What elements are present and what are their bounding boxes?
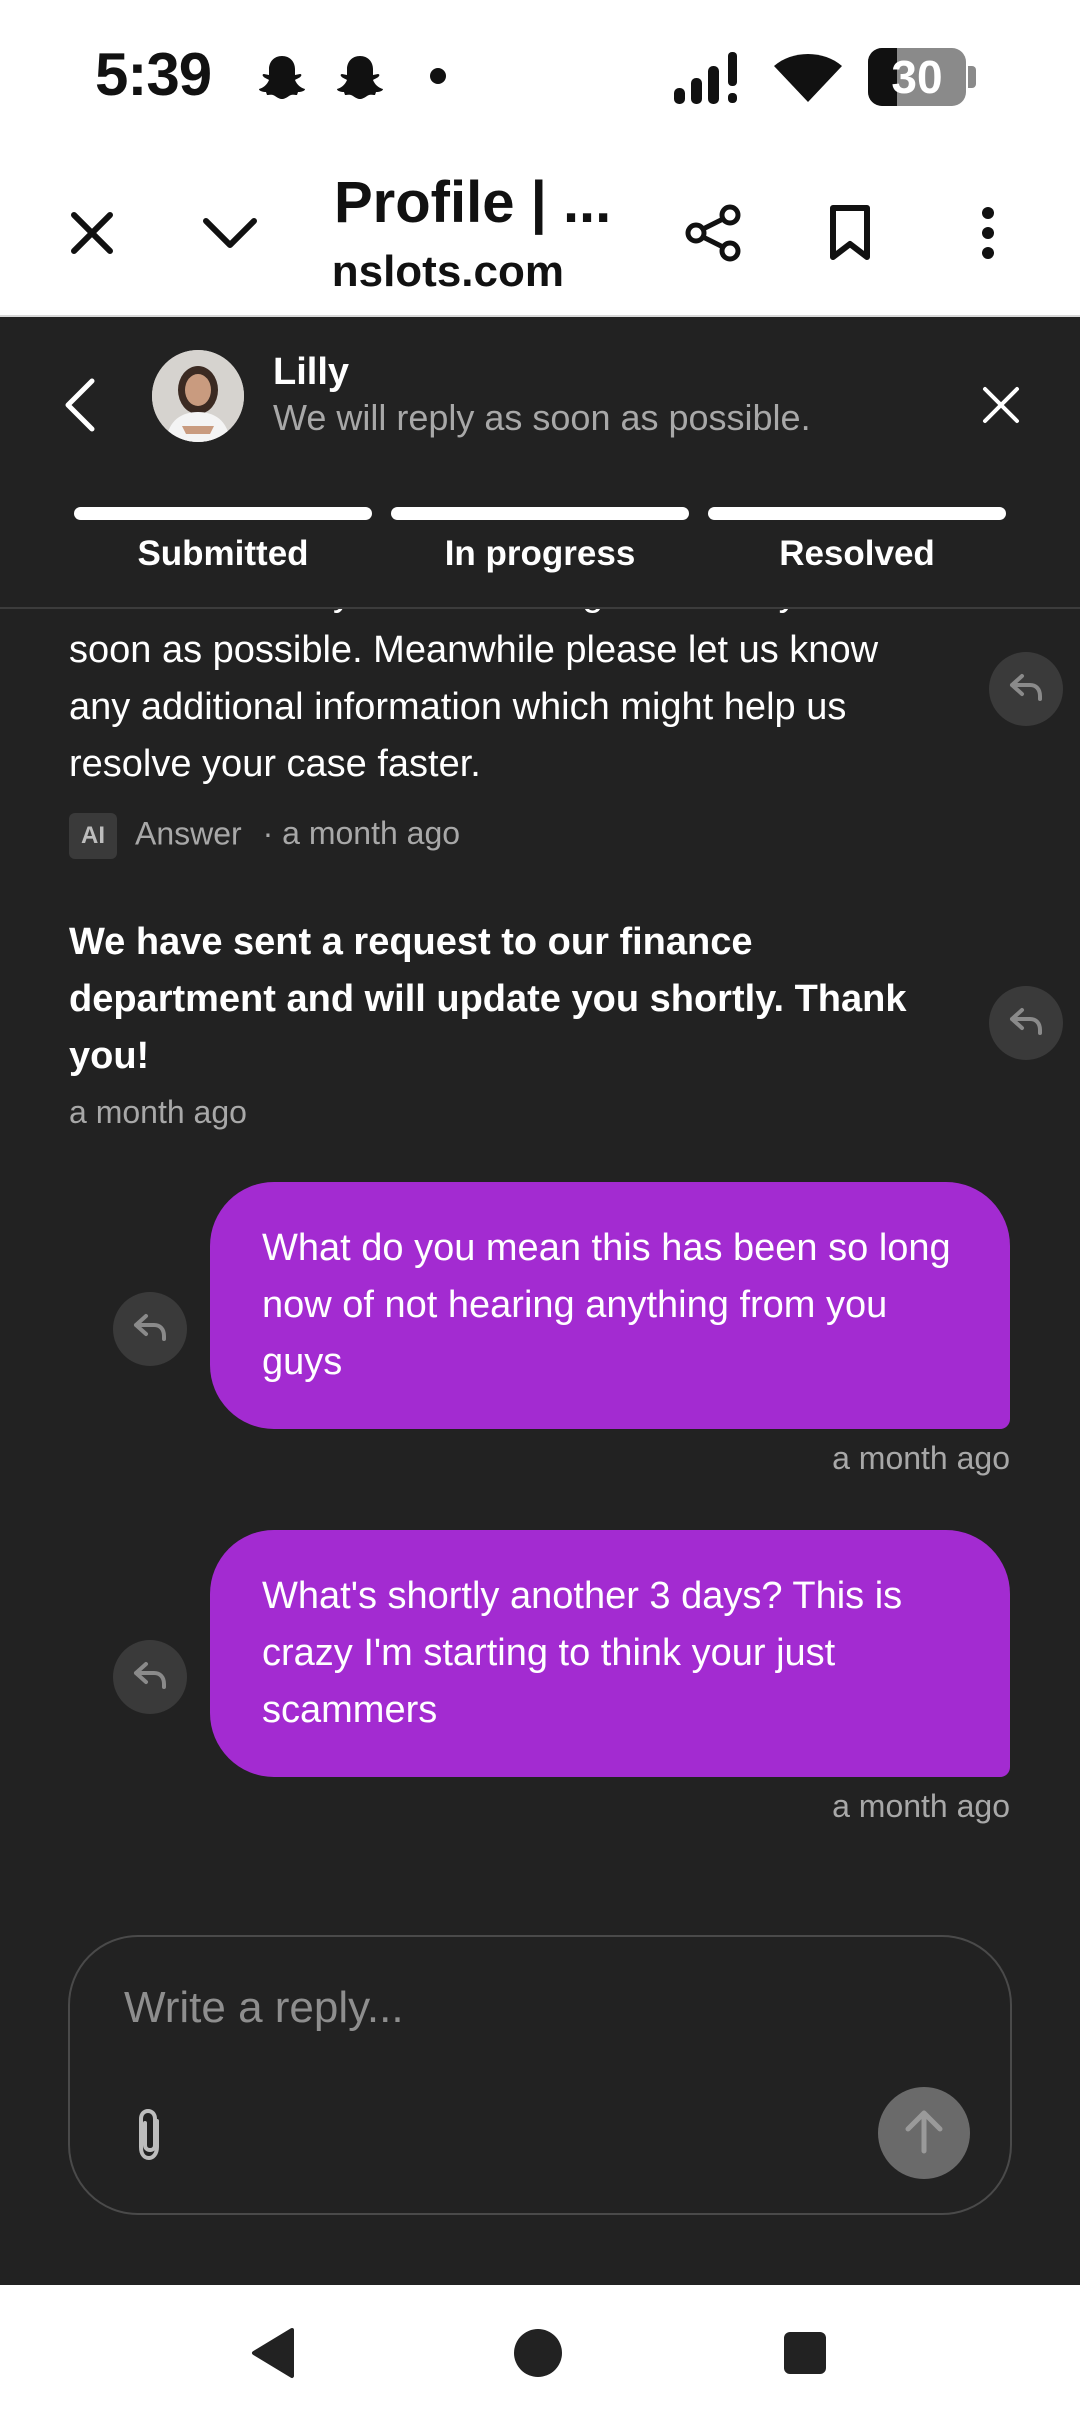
battery-percent: 30 — [891, 51, 943, 103]
reply-button[interactable] — [989, 652, 1063, 726]
step-bar — [74, 507, 372, 520]
attach-button[interactable] — [120, 2102, 180, 2172]
reply-icon — [132, 1312, 168, 1347]
triangle-back-icon — [248, 2326, 298, 2385]
status-time: 5:39 — [95, 41, 212, 108]
user-message-text: What's shortly another 3 days? This is c… — [262, 1575, 903, 1731]
agent-avatar — [152, 350, 244, 442]
agent-status: We will reply as soon as possible. — [273, 397, 811, 438]
step-bar — [708, 507, 1006, 520]
paperclip-icon — [133, 2107, 167, 2168]
system-nav-bar — [0, 2285, 1080, 2424]
snapchat-icon — [334, 52, 386, 109]
reply-button[interactable] — [113, 1640, 187, 1714]
step-bar — [391, 507, 689, 520]
close-icon — [981, 385, 1021, 430]
chevron-left-icon — [62, 377, 98, 438]
browser-toolbar: Profile | ... nslots.com — [0, 155, 1080, 317]
chat-header: Lilly We will reply as soon as possible.… — [0, 317, 1080, 609]
agent-message-text: We have sent a request to our finance de… — [69, 921, 907, 1077]
user-message-text: What do you mean this has been so long n… — [262, 1227, 951, 1383]
wifi-icon — [770, 46, 846, 111]
close-tab-button[interactable] — [52, 195, 132, 275]
agent-name: Lilly — [273, 351, 350, 393]
share-button[interactable] — [674, 195, 754, 275]
nav-recents-button[interactable] — [765, 2315, 845, 2395]
message-time: a month ago — [832, 1440, 1010, 1476]
share-icon — [684, 203, 744, 268]
reply-icon — [1008, 672, 1044, 707]
answer-label: Answer — [135, 815, 242, 852]
message-time: · a month ago — [262, 815, 461, 852]
message-time: a month ago — [69, 1094, 247, 1130]
reply-icon — [1008, 1006, 1044, 1041]
ai-badge: AI — [69, 813, 117, 859]
reply-input[interactable] — [122, 1977, 946, 2039]
step-label: Resolved — [779, 534, 935, 573]
reply-icon — [132, 1660, 168, 1695]
reply-composer — [68, 1935, 1012, 2215]
signal-icon — [672, 48, 752, 113]
step-resolved: Resolved — [708, 507, 1006, 574]
battery-indicator: 30 — [868, 48, 976, 106]
status-bar: 5:39 30 — [0, 0, 1080, 155]
close-chat-button[interactable] — [966, 367, 1036, 447]
reply-button[interactable] — [989, 986, 1063, 1060]
step-label: In progress — [444, 534, 636, 573]
arrow-up-icon — [902, 2107, 946, 2160]
chevron-down-icon — [202, 213, 258, 258]
user-message-bubble: What do you mean this has been so long n… — [210, 1182, 1010, 1429]
step-label: Submitted — [137, 534, 309, 573]
send-button[interactable] — [878, 2087, 970, 2179]
user-message-bubble: What's shortly another 3 days? This is c… — [210, 1530, 1010, 1777]
circle-home-icon — [512, 2327, 564, 2384]
step-submitted: Submitted — [74, 507, 372, 574]
bookmark-icon — [828, 204, 872, 267]
page-url[interactable]: nslots.com — [334, 247, 564, 297]
close-icon — [68, 209, 116, 262]
back-button[interactable] — [50, 367, 110, 447]
more-options-button[interactable] — [948, 195, 1028, 275]
bookmark-button[interactable] — [810, 195, 890, 275]
nav-home-button[interactable] — [498, 2315, 578, 2395]
message-meta: AI Answer · a month ago — [69, 813, 460, 859]
page-title: Profile | ... — [334, 170, 612, 235]
more-vert-icon — [978, 205, 998, 266]
message-time: a month ago — [832, 1788, 1010, 1824]
square-recents-icon — [782, 2330, 828, 2381]
reply-button[interactable] — [113, 1292, 187, 1366]
snapchat-icon — [256, 52, 308, 109]
agent-message-text: soon as possible. Meanwhile please let u… — [69, 629, 879, 785]
minimize-button[interactable] — [190, 195, 270, 275]
step-in-progress: In progress — [391, 507, 689, 574]
message-text-partial: who will review your case and get back t… — [69, 609, 949, 622]
notification-dot — [430, 68, 446, 84]
nav-back-button[interactable] — [233, 2315, 313, 2395]
message-list[interactable]: who will review your case and get back t… — [0, 609, 1080, 1889]
